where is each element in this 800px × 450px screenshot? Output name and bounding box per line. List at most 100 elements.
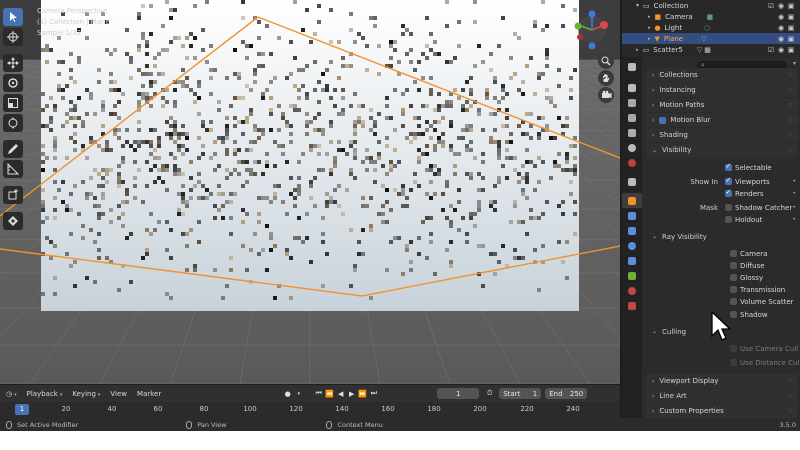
pan-view-button[interactable] <box>598 70 614 86</box>
camera-render-icon[interactable]: ▣ <box>786 35 796 43</box>
panel-line-art[interactable]: › Line Art ∷∷ <box>646 389 798 403</box>
chevron-right-icon[interactable]: ▸ <box>648 25 651 31</box>
panel-viewport-display[interactable]: › Viewport Display ∷∷ <box>646 374 798 388</box>
add-cube-tool[interactable] <box>3 186 23 204</box>
chevron-right-icon[interactable]: ▸ <box>648 36 651 42</box>
panel-instancing[interactable]: › Instancing ∷∷ <box>646 83 798 97</box>
view-menu[interactable]: View <box>110 390 127 398</box>
checkbox-icon[interactable]: ☑ <box>766 2 776 10</box>
checkbox-icon[interactable]: ☑ <box>766 46 776 54</box>
drag-grip-icon[interactable]: ∷∷ <box>788 117 795 124</box>
tab-constraints[interactable] <box>622 253 642 268</box>
motion-blur-checkbox[interactable] <box>659 116 667 124</box>
record-icon[interactable]: ● <box>283 390 292 398</box>
play-reverse-icon[interactable]: ◀ <box>336 390 345 398</box>
playback-menu[interactable]: Playback ▾ <box>27 390 63 398</box>
keying-menu[interactable]: Keying ▾ <box>72 390 100 398</box>
camera-cull-checkbox[interactable] <box>730 345 737 352</box>
tab-scene[interactable] <box>622 140 642 155</box>
tab-modifiers[interactable] <box>622 208 642 223</box>
marker-menu[interactable]: Marker <box>137 390 161 398</box>
jump-end-icon[interactable]: ⏭ <box>369 389 378 398</box>
keyframe-dot-icon[interactable]: • <box>792 204 796 211</box>
current-frame-field[interactable]: 1 <box>437 388 480 399</box>
chevron-down-icon[interactable]: ▾ <box>793 60 796 67</box>
scatter-tool[interactable] <box>3 212 23 230</box>
tab-particles[interactable] <box>622 223 642 238</box>
chevron-down-icon[interactable]: ▾ <box>636 2 639 9</box>
playhead-frame[interactable]: 1 <box>15 404 29 415</box>
move-tool[interactable] <box>3 54 23 72</box>
ray-glossy-checkbox[interactable] <box>730 274 737 281</box>
tab-view-layer[interactable] <box>622 125 642 140</box>
outliner-row-collection[interactable]: ▾ ▭ Collection ☑ ◉ ▣ <box>622 0 800 11</box>
distance-cull-checkbox[interactable] <box>730 359 737 366</box>
keyframe-dot-icon[interactable]: • <box>792 178 796 185</box>
start-frame-field[interactable]: Start 1 <box>499 388 542 399</box>
measure-tool[interactable] <box>3 160 23 178</box>
editor-type-icon[interactable]: ◷ ▾ <box>6 390 17 398</box>
camera-render-icon[interactable]: ▣ <box>786 24 796 32</box>
camera-render-icon[interactable]: ▣ <box>786 2 796 10</box>
camera-render-icon[interactable]: ▣ <box>786 46 796 54</box>
drag-grip-icon[interactable]: ∷∷ <box>788 393 795 400</box>
keyframe-dot-icon[interactable]: • <box>792 216 796 223</box>
play-icon[interactable]: ▶ <box>347 390 356 398</box>
tab-render[interactable] <box>622 95 642 110</box>
holdout-checkbox[interactable] <box>725 216 732 223</box>
chevron-right-icon[interactable]: ▸ <box>648 14 651 20</box>
eye-icon[interactable]: ◉ <box>776 35 786 43</box>
ray-diffuse-checkbox[interactable] <box>730 262 737 269</box>
tab-output[interactable] <box>622 110 642 125</box>
tab-world[interactable] <box>622 155 642 170</box>
3d-viewport[interactable]: Camera Perspective (1) Collection | Plan… <box>0 0 620 384</box>
tab-data[interactable] <box>622 268 642 283</box>
tab-collection[interactable] <box>622 174 642 189</box>
drag-grip-icon[interactable]: ∷∷ <box>788 408 795 415</box>
outliner-row-light[interactable]: ▸ ● Light ○ ◉ ▣ <box>622 22 800 33</box>
drag-grip-icon[interactable]: ∷∷ <box>788 102 795 109</box>
cursor-tool[interactable] <box>3 28 23 46</box>
ray-camera-checkbox[interactable] <box>730 250 737 257</box>
outliner-row-camera[interactable]: ▸ ■ Camera ■ ◉ ▣ <box>622 11 800 22</box>
outliner-row-scatter5[interactable]: ▸ ▭ Scatter5 ▽ ▦ ☑ ◉ ▣ <box>622 44 800 55</box>
panel-custom-properties[interactable]: › Custom Properties ∷∷ <box>646 404 798 418</box>
editor-type-button[interactable] <box>622 59 642 74</box>
stopwatch-icon[interactable]: ⏱ <box>485 389 494 398</box>
timeline-ruler[interactable]: 1 20 40 60 80 100 120 140 160 180 200 22… <box>0 402 620 419</box>
panel-visibility[interactable]: ⌄ Visibility ∷∷ <box>646 143 798 157</box>
next-keyframe-icon[interactable]: ⏩ <box>358 390 367 398</box>
drag-grip-icon[interactable]: ∷∷ <box>788 87 795 94</box>
ray-volume-scatter-checkbox[interactable] <box>730 298 737 305</box>
eye-icon[interactable]: ◉ <box>776 24 786 32</box>
jump-start-icon[interactable]: ⏮ <box>314 389 323 398</box>
camera-render-icon[interactable]: ▣ <box>786 13 796 21</box>
viewports-checkbox[interactable] <box>725 176 732 185</box>
tab-tool[interactable] <box>622 80 642 95</box>
drag-grip-icon[interactable]: ∷∷ <box>788 378 795 385</box>
chevron-right-icon[interactable]: ▸ <box>636 47 639 53</box>
panel-motion-blur[interactable]: › Motion Blur ∷∷ <box>646 113 798 127</box>
drag-grip-icon[interactable]: ∷∷ <box>788 72 795 79</box>
end-frame-field[interactable]: End 250 <box>545 388 588 399</box>
chevron-down-icon[interactable]: ▾ <box>294 391 303 397</box>
scale-tool[interactable] <box>3 94 23 112</box>
keyframe-dot-icon[interactable]: • <box>792 190 796 197</box>
rotate-tool[interactable] <box>3 74 23 92</box>
eye-icon[interactable]: ◉ <box>776 13 786 21</box>
annotate-tool[interactable] <box>3 140 23 158</box>
ray-transmission-checkbox[interactable] <box>730 286 737 293</box>
renders-checkbox[interactable] <box>725 188 732 197</box>
subpanel-ray-visibility[interactable]: ⌄ Ray Visibility <box>652 230 798 243</box>
tab-object[interactable] <box>622 193 642 208</box>
drag-grip-icon[interactable]: ∷∷ <box>788 132 795 139</box>
eye-icon[interactable]: ◉ <box>776 2 786 10</box>
tab-physics[interactable] <box>622 238 642 253</box>
tab-texture[interactable] <box>622 298 642 313</box>
eye-icon[interactable]: ◉ <box>776 46 786 54</box>
prev-keyframe-icon[interactable]: ⏪ <box>325 390 334 398</box>
transform-tool[interactable] <box>3 114 23 132</box>
shadow-catcher-checkbox[interactable] <box>725 204 732 211</box>
selectable-checkbox[interactable] <box>725 162 732 171</box>
camera-view-button[interactable] <box>598 87 614 103</box>
